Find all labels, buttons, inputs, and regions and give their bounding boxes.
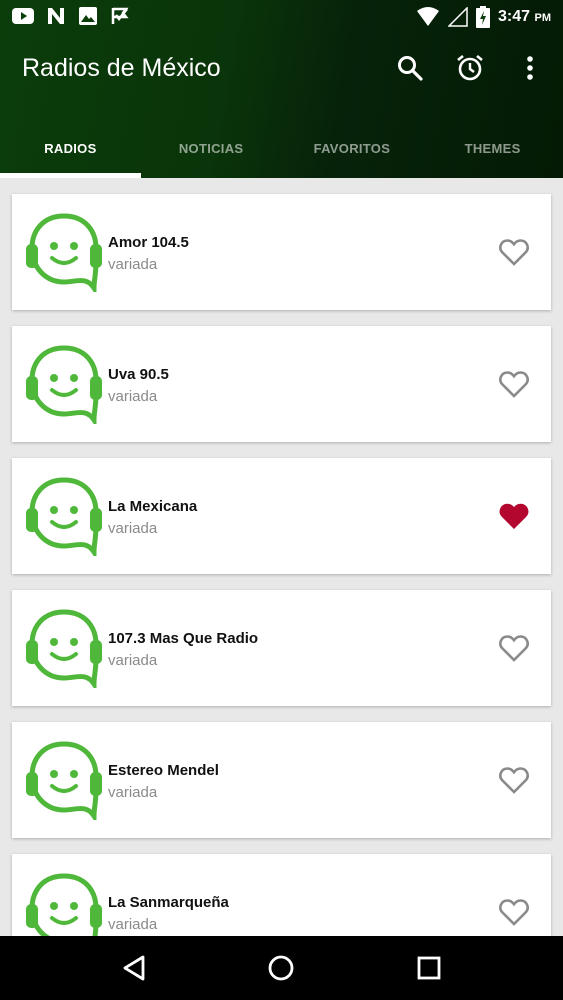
- check-flag-icon: [111, 7, 129, 24]
- youtube-icon: [12, 8, 34, 24]
- station-genre: variada: [108, 652, 158, 669]
- favorite-heart-outline-icon[interactable]: [499, 898, 529, 926]
- home-button[interactable]: [261, 948, 301, 988]
- status-bar: 3:47 PM: [0, 0, 563, 34]
- app-bar: 3:47 PM Radios de México RADIOS NOTICIAS…: [0, 0, 563, 178]
- n-app-icon: [48, 8, 64, 24]
- station-genre: variada: [108, 916, 158, 933]
- station-genre: variada: [108, 256, 158, 273]
- back-triangle-icon: [123, 955, 145, 981]
- station-genre: variada: [108, 388, 158, 405]
- station-card[interactable]: Uva 90.5 variada: [12, 326, 551, 442]
- station-name: La Mexicana: [108, 498, 198, 515]
- wifi-icon: [417, 7, 440, 26]
- more-options-button[interactable]: [515, 52, 545, 84]
- station-genre: variada: [108, 784, 158, 801]
- system-nav-bar: [0, 936, 563, 1000]
- radio-logo-icon: [26, 477, 102, 556]
- radio-logo-icon: [26, 213, 102, 292]
- station-card[interactable]: Amor 104.5 variada: [12, 194, 551, 310]
- battery-icon: [476, 6, 491, 28]
- status-time: 3:47 PM: [498, 8, 551, 25]
- radio-logo-icon: [26, 345, 102, 424]
- tab-themes[interactable]: THEMES: [422, 118, 563, 178]
- station-card[interactable]: Estereo Mendel variada: [12, 722, 551, 838]
- search-button[interactable]: [395, 52, 425, 84]
- gallery-icon: [79, 7, 97, 25]
- cell-signal-icon: [448, 7, 468, 27]
- search-icon: [398, 56, 423, 81]
- tab-bar: RADIOS NOTICIAS FAVORITOS THEMES: [0, 118, 563, 178]
- favorite-heart-outline-icon[interactable]: [499, 766, 529, 794]
- page-title: Radios de México: [22, 54, 221, 82]
- favorite-heart-filled-icon[interactable]: [499, 502, 529, 530]
- station-card[interactable]: 107.3 Mas Que Radio variada: [12, 590, 551, 706]
- station-name: 107.3 Mas Que Radio: [108, 630, 259, 647]
- home-circle-icon: [269, 955, 294, 981]
- radio-logo-icon: [26, 741, 102, 820]
- more-vert-icon: [527, 56, 533, 80]
- station-name: La Sanmarqueña: [108, 894, 229, 911]
- favorite-heart-outline-icon[interactable]: [499, 634, 529, 662]
- recents-button[interactable]: [409, 948, 449, 988]
- station-name: Estereo Mendel: [108, 762, 219, 779]
- recents-square-icon: [417, 956, 441, 980]
- back-button[interactable]: [114, 948, 154, 988]
- station-card[interactable]: La Sanmarqueña variada: [12, 854, 551, 936]
- tab-favoritos[interactable]: FAVORITOS: [282, 118, 423, 178]
- favorite-heart-outline-icon[interactable]: [499, 238, 529, 266]
- station-name: Uva 90.5: [108, 366, 169, 383]
- station-genre: variada: [108, 520, 158, 537]
- radio-logo-icon: [26, 873, 102, 936]
- favorite-heart-outline-icon[interactable]: [499, 370, 529, 398]
- radio-logo-icon: [26, 609, 102, 688]
- station-card[interactable]: La Mexicana variada: [12, 458, 551, 574]
- tab-radios[interactable]: RADIOS: [0, 118, 141, 178]
- tab-noticias[interactable]: NOTICIAS: [141, 118, 282, 178]
- alarm-button[interactable]: [455, 52, 485, 84]
- alarm-clock-icon: [457, 54, 483, 81]
- station-name: Amor 104.5: [108, 234, 189, 251]
- station-list[interactable]: Amor 104.5 variada Uva 90.5 variada La M…: [0, 178, 563, 936]
